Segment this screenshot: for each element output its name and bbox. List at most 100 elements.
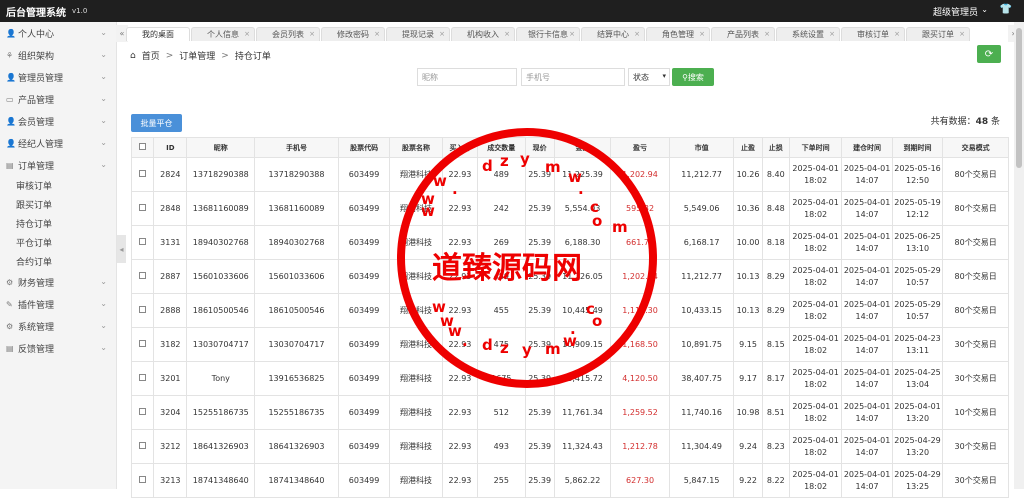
table-cell: 18741348640 — [254, 463, 339, 498]
breadcrumb-level1[interactable]: 订单管理 — [179, 49, 215, 62]
tab-item[interactable]: 角色管理 × — [646, 27, 710, 41]
row-checkbox-cell — [130, 259, 155, 294]
chevron-down-icon[interactable]: ⌄ — [981, 5, 988, 14]
tab-item[interactable]: 系统设置 × — [776, 27, 840, 41]
sidebar-menu-plugin[interactable]: ✎ 插件管理 ⌄ — [0, 293, 116, 315]
sidebar-menu-label: 管理员管理 — [18, 73, 64, 84]
row-checkbox[interactable] — [139, 169, 147, 177]
row-checkbox[interactable] — [139, 407, 147, 415]
close-icon[interactable]: × — [634, 30, 640, 38]
plugin-icon: ✎ — [6, 299, 13, 309]
table-cell: 10.13 — [733, 259, 763, 294]
select-all-checkbox[interactable] — [139, 143, 147, 150]
table-cell: 6,188.30 — [553, 225, 612, 260]
table-cell: 22.93 — [441, 259, 479, 294]
table-cell: 2025-04-29 13:20 — [891, 429, 944, 464]
sidebar-subitem[interactable]: 持仓订单 — [0, 214, 116, 233]
table-cell: 11,324.43 — [553, 429, 612, 464]
table-cell: 11,226.05 — [553, 259, 612, 294]
close-icon[interactable]: × — [244, 30, 250, 38]
sidebar-menu-feedback[interactable]: ▤ 反馈管理 ⌄ — [0, 337, 116, 359]
close-icon[interactable]: × — [894, 30, 900, 38]
close-icon[interactable]: × — [959, 30, 965, 38]
row-checkbox[interactable] — [139, 475, 147, 483]
admin-icon: 👤 — [6, 72, 16, 82]
tab-item[interactable]: 修改密码 × — [321, 27, 385, 41]
row-checkbox[interactable] — [139, 237, 147, 245]
tab-item[interactable]: 会员列表 × — [256, 27, 320, 41]
sidebar-menu-order[interactable]: ▤ 订单管理 ⌄ — [0, 154, 116, 176]
tab-item[interactable]: 银行卡信息 × — [516, 27, 580, 41]
row-checkbox-cell — [130, 293, 155, 328]
sidebar-menu-label: 插件管理 — [18, 300, 55, 311]
sidebar-menu-member[interactable]: 👤 会员管理 ⌄ — [0, 110, 116, 132]
sidebar-subitem[interactable]: 合约订单 — [0, 252, 116, 271]
tab-item[interactable]: 提现记录 × — [386, 27, 450, 41]
tab-item[interactable]: 产品列表 × — [711, 27, 775, 41]
table-cell: 翔港科技 — [389, 327, 443, 362]
shirt-icon[interactable]: 👕 — [1000, 4, 1012, 15]
sidebar-menu-agent[interactable]: 👤 经纪人管理 ⌄ — [0, 132, 116, 154]
tab-item[interactable]: 我的桌面 — [126, 27, 190, 41]
tab-item[interactable]: 结算中心 × — [581, 27, 645, 41]
system-icon: ⚙ — [6, 321, 14, 331]
scrollbar-thumb[interactable] — [1016, 28, 1022, 168]
table-cell: 2025-04-01 14:07 — [841, 429, 893, 464]
batch-close-button[interactable]: 批量平仓 — [131, 114, 182, 132]
table-cell: 8.48 — [761, 191, 790, 226]
chevron-down-icon: ⌄ — [100, 299, 107, 308]
table-cell: 13718290388 — [186, 157, 256, 192]
table-cell: 9.22 — [733, 463, 763, 498]
sidebar-menu-admin[interactable]: 👤 管理员管理 ⌄ — [0, 66, 116, 88]
close-icon[interactable]: × — [439, 30, 445, 38]
row-checkbox-cell — [130, 327, 155, 362]
table-cell: 2025-05-29 10:57 — [891, 293, 944, 328]
tab-item[interactable]: 机构收入 × — [451, 27, 515, 41]
status-select[interactable]: 状态 ▾ — [628, 68, 670, 86]
row-checkbox[interactable] — [139, 271, 147, 279]
close-icon[interactable]: × — [504, 30, 510, 38]
close-icon[interactable]: × — [374, 30, 380, 38]
table-row: 2887 15601033606 15601033606 603499 翔港科技 22.9… — [130, 259, 1009, 294]
sidebar-collapse-button[interactable]: ◂ — [117, 235, 126, 263]
row-checkbox[interactable] — [139, 441, 147, 449]
search-button[interactable]: ⚲ 搜索 — [672, 68, 714, 86]
sidebar-menu-finance[interactable]: ⚙ 财务管理 ⌄ — [0, 271, 116, 293]
sidebar-subitem[interactable]: 跟买订单 — [0, 195, 116, 214]
column-header: 建仓时间 — [841, 137, 893, 158]
total-suffix: 条 — [990, 117, 1000, 127]
tab-item[interactable]: 跟买订单 × — [906, 27, 970, 41]
sidebar-subitem[interactable]: 审核订单 — [0, 176, 116, 195]
phone-input[interactable]: 手机号 — [521, 68, 625, 86]
tab-label: 提现记录 — [402, 30, 434, 39]
close-icon[interactable]: × — [309, 30, 315, 38]
sidebar-subitem[interactable]: 平仓订单 — [0, 233, 116, 252]
row-checkbox[interactable] — [139, 203, 147, 211]
sidebar-menu-system[interactable]: ⚙ 系统管理 ⌄ — [0, 315, 116, 337]
chevron-down-icon: ⌄ — [100, 343, 107, 352]
close-icon[interactable]: × — [764, 30, 770, 38]
page-scrollbar[interactable] — [1014, 22, 1024, 489]
breadcrumb-home[interactable]: 首页 — [142, 49, 160, 62]
sidebar-menu-label: 组织架构 — [18, 51, 55, 62]
tab-item[interactable]: 个人信息 × — [191, 27, 255, 41]
close-icon[interactable]: × — [569, 30, 575, 38]
table-cell: 2025-04-01 18:02 — [788, 157, 843, 192]
user-menu[interactable]: 超级管理员 — [933, 5, 978, 18]
sidebar-menu-product[interactable]: ▭ 产品管理 ⌄ — [0, 88, 116, 110]
column-header: 下单时间 — [788, 137, 843, 158]
table-cell: 3204 — [153, 395, 188, 430]
table-cell: 30个交易日 — [942, 463, 1009, 498]
close-icon[interactable]: × — [829, 30, 835, 38]
tab-item[interactable]: 审核订单 × — [841, 27, 905, 41]
refresh-button[interactable]: ⟳ — [977, 45, 1001, 63]
row-checkbox[interactable] — [139, 305, 147, 313]
nickname-input[interactable]: 昵称 — [417, 68, 517, 86]
sidebar-menu-org[interactable]: ⚘ 组织架构 ⌄ — [0, 44, 116, 66]
sidebar-menu-user[interactable]: 👤 个人中心 ⌄ — [0, 22, 116, 44]
row-checkbox[interactable] — [139, 373, 147, 381]
table-cell: 18940302768 — [254, 225, 339, 260]
close-icon[interactable]: × — [699, 30, 705, 38]
home-icon: ⌂ — [130, 50, 136, 61]
row-checkbox[interactable] — [139, 339, 147, 347]
